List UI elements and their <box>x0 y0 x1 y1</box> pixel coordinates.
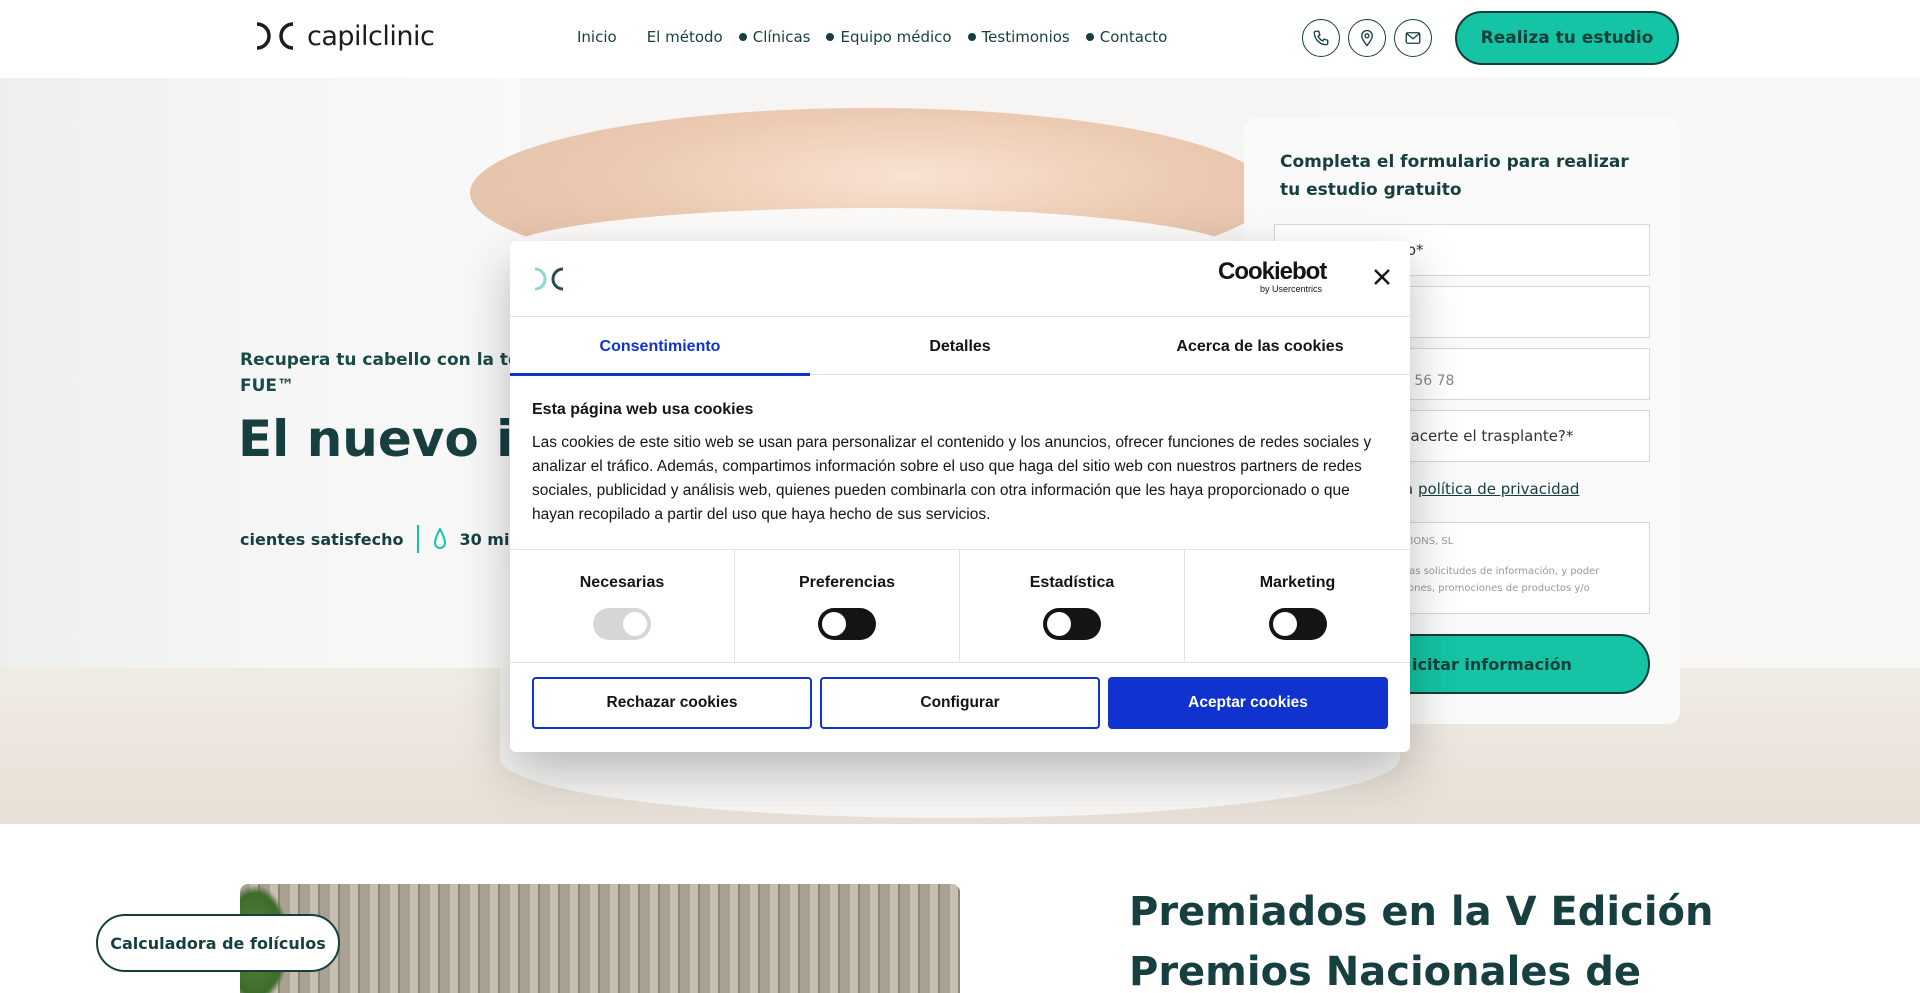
switch-knob <box>1047 612 1071 636</box>
marketing-switch[interactable] <box>1268 608 1327 640</box>
toggle-estadistica: Estadística <box>960 550 1185 663</box>
site-logo-icon <box>534 267 564 291</box>
tab-detalles[interactable]: Detalles <box>810 318 1110 375</box>
accept-cookies-button[interactable]: Aceptar cookies <box>1108 677 1388 729</box>
toggle-label: Marketing <box>1259 574 1336 591</box>
cookiebot-logo: Cookiebot by Usercentrics <box>1218 258 1327 295</box>
switch-knob <box>623 612 647 636</box>
estadistica-switch[interactable] <box>1043 608 1101 640</box>
toggle-label: Preferencias <box>798 574 896 591</box>
cookie-heading: Esta página web usa cookies <box>532 401 754 418</box>
toggle-preferencias: Preferencias <box>735 550 960 663</box>
switch-knob <box>1272 612 1297 636</box>
cookiebot-brand: Cookiebot <box>1218 258 1327 285</box>
cookie-tabs: Consentimiento Detalles Acerca de las co… <box>510 318 1410 376</box>
toggle-label: Necesarias <box>579 574 665 591</box>
tab-consentimiento[interactable]: Consentimiento <box>510 318 810 376</box>
preferencias-switch[interactable] <box>818 608 876 640</box>
reject-cookies-button[interactable]: Rechazar cookies <box>532 677 812 729</box>
cookie-dialog-header: Cookiebot by Usercentrics <box>510 241 1410 317</box>
cookiebot-brand-sub: by Usercentrics <box>1259 284 1322 294</box>
necesarias-switch <box>593 608 651 640</box>
toggle-necesarias: Necesarias <box>510 550 735 663</box>
switch-knob <box>822 612 846 636</box>
toggle-label: Estadística <box>1029 574 1115 591</box>
cookie-body: Esta página web usa cookies Las cookies … <box>532 401 1388 527</box>
cookie-toggles: Necesarias Preferencias Estadística Mark… <box>510 549 1410 663</box>
cookie-buttons: Rechazar cookies Configurar Aceptar cook… <box>532 677 1388 729</box>
toggle-marketing: Marketing <box>1185 550 1410 663</box>
cookie-dialog: Cookiebot by Usercentrics Consentimiento… <box>510 241 1410 752</box>
close-icon[interactable] <box>1372 267 1392 287</box>
tab-acerca-cookies[interactable]: Acerca de las cookies <box>1110 318 1410 375</box>
configure-cookies-button[interactable]: Configurar <box>820 677 1100 729</box>
cookie-description: Las cookies de este sitio web se usan pa… <box>532 434 1372 523</box>
